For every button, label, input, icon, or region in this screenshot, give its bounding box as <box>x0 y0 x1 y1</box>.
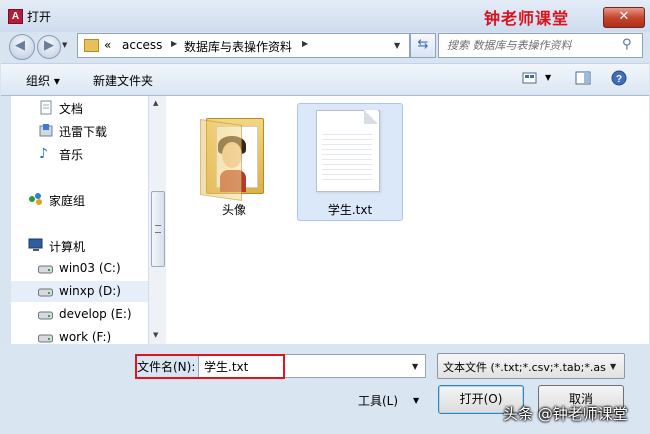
view-options-icon[interactable] <box>521 70 539 86</box>
chevron-right-icon[interactable]: ▶ <box>171 39 177 48</box>
address-dropdown-icon[interactable]: ▼ <box>394 41 400 50</box>
open-dialog: A 打开 钟老师课堂 ✕ ◀ ▶ ▼ « access ▶ 数据库与表操作资料 … <box>0 0 650 434</box>
music-icon: ♪ <box>39 146 48 162</box>
arrow-left-icon: ◀ <box>15 38 25 53</box>
document-icon <box>39 100 53 115</box>
sidebar-scrollbar[interactable]: ▲ ▼ <box>148 96 166 344</box>
help-icon[interactable]: ? <box>610 70 628 86</box>
close-button[interactable]: ✕ <box>603 7 645 28</box>
sidebar-item-label: 音乐 <box>59 148 84 162</box>
sidebar-item-label: 文档 <box>59 102 84 116</box>
forward-button[interactable]: ▶ <box>37 35 61 59</box>
sidebar-item-label: winxp (D:) <box>59 284 121 298</box>
command-toolbar: 组织 ▾ 新建文件夹 ▼ ? <box>1 63 649 96</box>
sidebar-item-label: win03 (C:) <box>59 261 121 275</box>
file-name: 头像 <box>221 203 246 217</box>
grip-icon <box>155 225 161 233</box>
filename-label: 文件名(N): <box>137 360 196 374</box>
folder-front <box>200 119 242 201</box>
sidebar-item-xunlei-downloads[interactable]: 迅雷下载 <box>11 120 148 141</box>
arrow-right-icon: ▶ <box>44 38 54 53</box>
filename-combobox[interactable]: ▼ <box>198 354 426 378</box>
refresh-icon: ⇆ <box>417 37 429 52</box>
breadcrumb-current-folder[interactable]: 数据库与表操作资料 <box>184 38 292 55</box>
homegroup-icon <box>28 192 42 205</box>
list-item-text-file[interactable]: 学生.txt <box>297 103 403 221</box>
filetype-select[interactable]: 文本文件 (*.txt;*.csv;*.tab;*.asc) ▼ <box>437 353 625 379</box>
list-item-folder[interactable]: 头像 <box>181 103 287 221</box>
refresh-button[interactable]: ⇆ <box>410 33 436 58</box>
tools-menu[interactable]: 工具(L) <box>358 392 398 409</box>
title-bar: A 打开 钟老师课堂 ✕ <box>0 0 650 32</box>
text-file-lines <box>322 130 372 184</box>
view-dropdown-icon[interactable]: ▼ <box>545 73 551 82</box>
drive-icon <box>38 286 53 299</box>
breadcrumb-access[interactable]: access <box>122 38 162 52</box>
file-list: 头像 学生.txt <box>166 96 649 344</box>
watermark-text: 头条 @钟老师课堂 <box>503 405 628 423</box>
search-box[interactable]: ⚲ <box>438 33 643 58</box>
sidebar-item-drive-c[interactable]: win03 (C:) <box>11 258 148 279</box>
sidebar-item-label: 计算机 <box>49 240 86 254</box>
sidebar-item-documents[interactable]: 文档 <box>11 97 148 118</box>
search-input[interactable] <box>447 37 617 53</box>
page-fold <box>364 110 378 124</box>
chevron-down-icon[interactable]: ▼ <box>412 362 418 371</box>
back-button[interactable]: ◀ <box>9 34 35 60</box>
sidebar-item-label: 迅雷下载 <box>59 125 108 139</box>
sidebar-item-drive-d[interactable]: winxp (D:) <box>11 281 148 302</box>
sidebar-item-drive-e[interactable]: develop (E:) <box>11 304 148 325</box>
file-name: 学生.txt <box>327 203 373 217</box>
organize-menu[interactable]: 组织 ▾ <box>26 72 60 89</box>
recent-pages-dropdown[interactable]: ▼ <box>62 41 67 49</box>
access-app-icon: A <box>8 9 23 24</box>
sidebar-item-music[interactable]: ♪ 音乐 <box>11 143 148 164</box>
breadcrumb-overflow[interactable]: « <box>104 38 111 52</box>
scroll-down-icon[interactable]: ▼ <box>153 331 158 339</box>
drive-icon <box>38 332 53 344</box>
sidebar-item-computer[interactable]: 计算机 <box>11 235 148 256</box>
drive-icon <box>38 309 53 322</box>
computer-icon <box>28 238 43 251</box>
sidebar-item-label: develop (E:) <box>59 307 132 321</box>
svg-text:?: ? <box>616 74 622 85</box>
download-icon <box>39 123 53 137</box>
new-folder-button[interactable]: 新建文件夹 <box>93 72 153 89</box>
preview-pane-icon[interactable] <box>574 70 592 86</box>
sidebar-item-label: work (F:) <box>59 330 112 344</box>
folder-icon <box>84 39 99 52</box>
chevron-right-icon[interactable]: ▶ <box>302 39 308 48</box>
watermark-title: 钟老师课堂 <box>484 9 570 28</box>
filename-input[interactable] <box>204 358 399 374</box>
navigation-pane: 文档 迅雷下载 ♪ 音乐 家庭组 计算机 win03 (C:) winxp (D… <box>11 96 148 344</box>
drive-icon <box>38 263 53 276</box>
sidebar-item-label: 家庭组 <box>49 194 86 208</box>
chevron-down-icon[interactable]: ▼ <box>610 362 616 371</box>
address-bar[interactable]: « access ▶ 数据库与表操作资料 ▶ ▼ <box>77 33 410 58</box>
scroll-up-icon[interactable]: ▲ <box>153 99 158 107</box>
scroll-thumb[interactable] <box>151 191 165 267</box>
window-title: 打开 <box>27 10 52 24</box>
tools-dropdown-icon[interactable]: ▼ <box>413 396 419 405</box>
sidebar-item-drive-f[interactable]: work (F:) <box>11 327 148 344</box>
search-icon[interactable]: ⚲ <box>622 37 632 52</box>
sidebar-item-homegroup[interactable]: 家庭组 <box>11 189 148 210</box>
filetype-value: 文本文件 (*.txt;*.csv;*.tab;*.asc) <box>443 361 606 374</box>
